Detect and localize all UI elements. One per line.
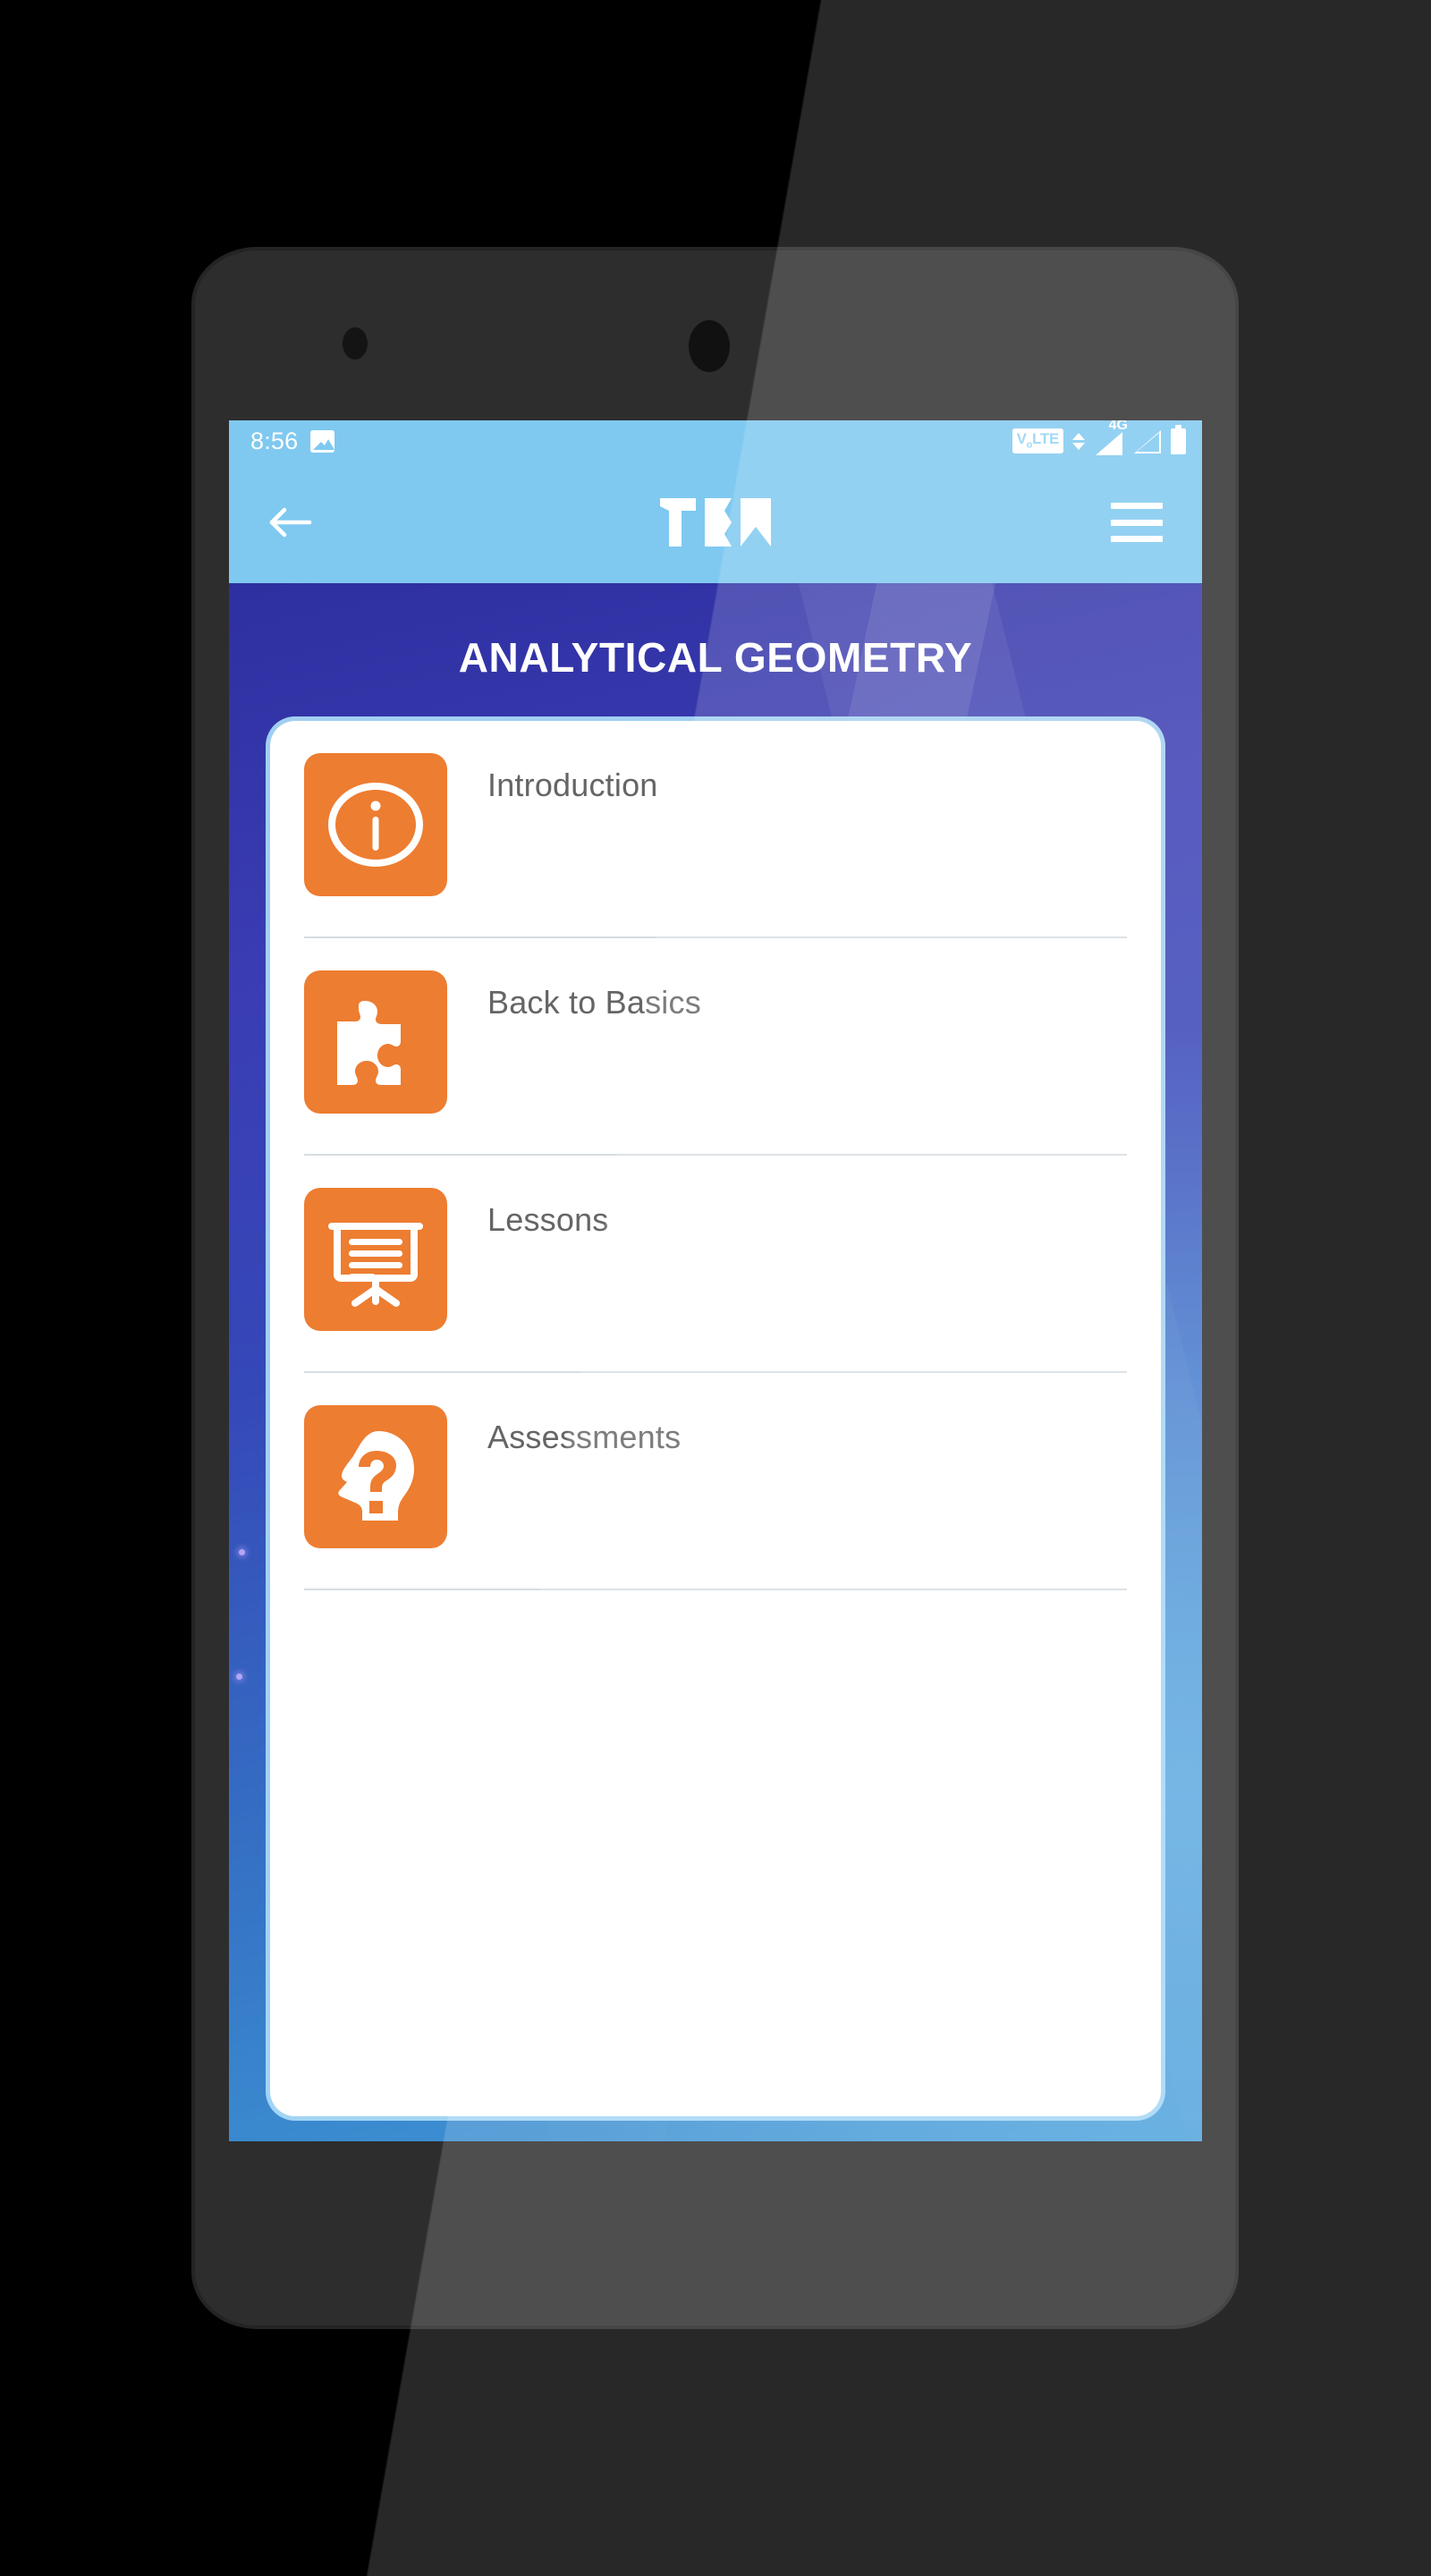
info-circle-icon	[304, 753, 447, 896]
hamburger-menu-button[interactable]	[1111, 503, 1163, 542]
menu-line-2	[1111, 519, 1163, 526]
list-item-label: Back to Basics	[487, 984, 701, 1021]
network-type-label: 4G	[1108, 420, 1128, 433]
front-camera-icon	[689, 320, 730, 372]
list-item-label: Lessons	[487, 1201, 609, 1238]
volte-badge: VoLTE	[1012, 428, 1063, 453]
list-item-assessments[interactable]: Assessments	[270, 1373, 1161, 1590]
status-bar: 8:56 VoLTE 4G	[229, 420, 1202, 462]
list-item-label: Introduction	[487, 767, 658, 803]
menu-line-1	[1111, 503, 1163, 509]
puzzle-piece-icon	[304, 970, 447, 1114]
menu-card: Introduction Back to Basics Lessons Asse…	[270, 721, 1161, 2116]
signal-strength-icon-sim1: 4G	[1094, 420, 1128, 455]
list-item-label: Assessments	[487, 1419, 682, 1455]
list-item-introduction[interactable]: Introduction	[270, 721, 1161, 938]
app-toolbar	[229, 462, 1202, 583]
signal-strength-icon-sim2	[1134, 428, 1163, 453]
image-icon	[310, 429, 335, 453]
data-transfer-icon	[1071, 432, 1086, 450]
head-question-mark-icon	[304, 1405, 447, 1548]
battery-icon	[1171, 424, 1186, 454]
list-divider	[304, 1589, 1127, 1590]
status-bar-right: VoLTE 4G	[1012, 420, 1186, 455]
list-item-lessons[interactable]: Lessons	[270, 1156, 1161, 1373]
status-bar-left: 8:56	[250, 427, 335, 454]
app-body: ANALYTICAL GEOMETRY Introduction Back to…	[229, 583, 1202, 2141]
menu-line-3	[1111, 536, 1163, 542]
app-logo-icon	[658, 496, 773, 548]
page-title: ANALYTICAL GEOMETRY	[458, 634, 973, 681]
arrow-up-icon	[1072, 432, 1085, 440]
status-clock: 8:56	[250, 427, 299, 454]
background-particle	[239, 1549, 245, 1556]
presentation-board-icon	[304, 1188, 447, 1331]
front-camera-left-icon	[343, 327, 368, 360]
back-button[interactable]	[265, 497, 315, 547]
background-particle	[236, 1674, 242, 1681]
signal-triangle-filled-icon	[1096, 432, 1122, 455]
arrow-down-icon	[1072, 442, 1085, 450]
list-item-back-to-basics[interactable]: Back to Basics	[270, 938, 1161, 1156]
screenshot-stage: 8:56 VoLTE 4G ANALYTICAL GEOMETRY Introd…	[0, 0, 1431, 2576]
phone-screen: 8:56 VoLTE 4G ANALYTICAL GEOMETRY Introd…	[229, 420, 1202, 2141]
